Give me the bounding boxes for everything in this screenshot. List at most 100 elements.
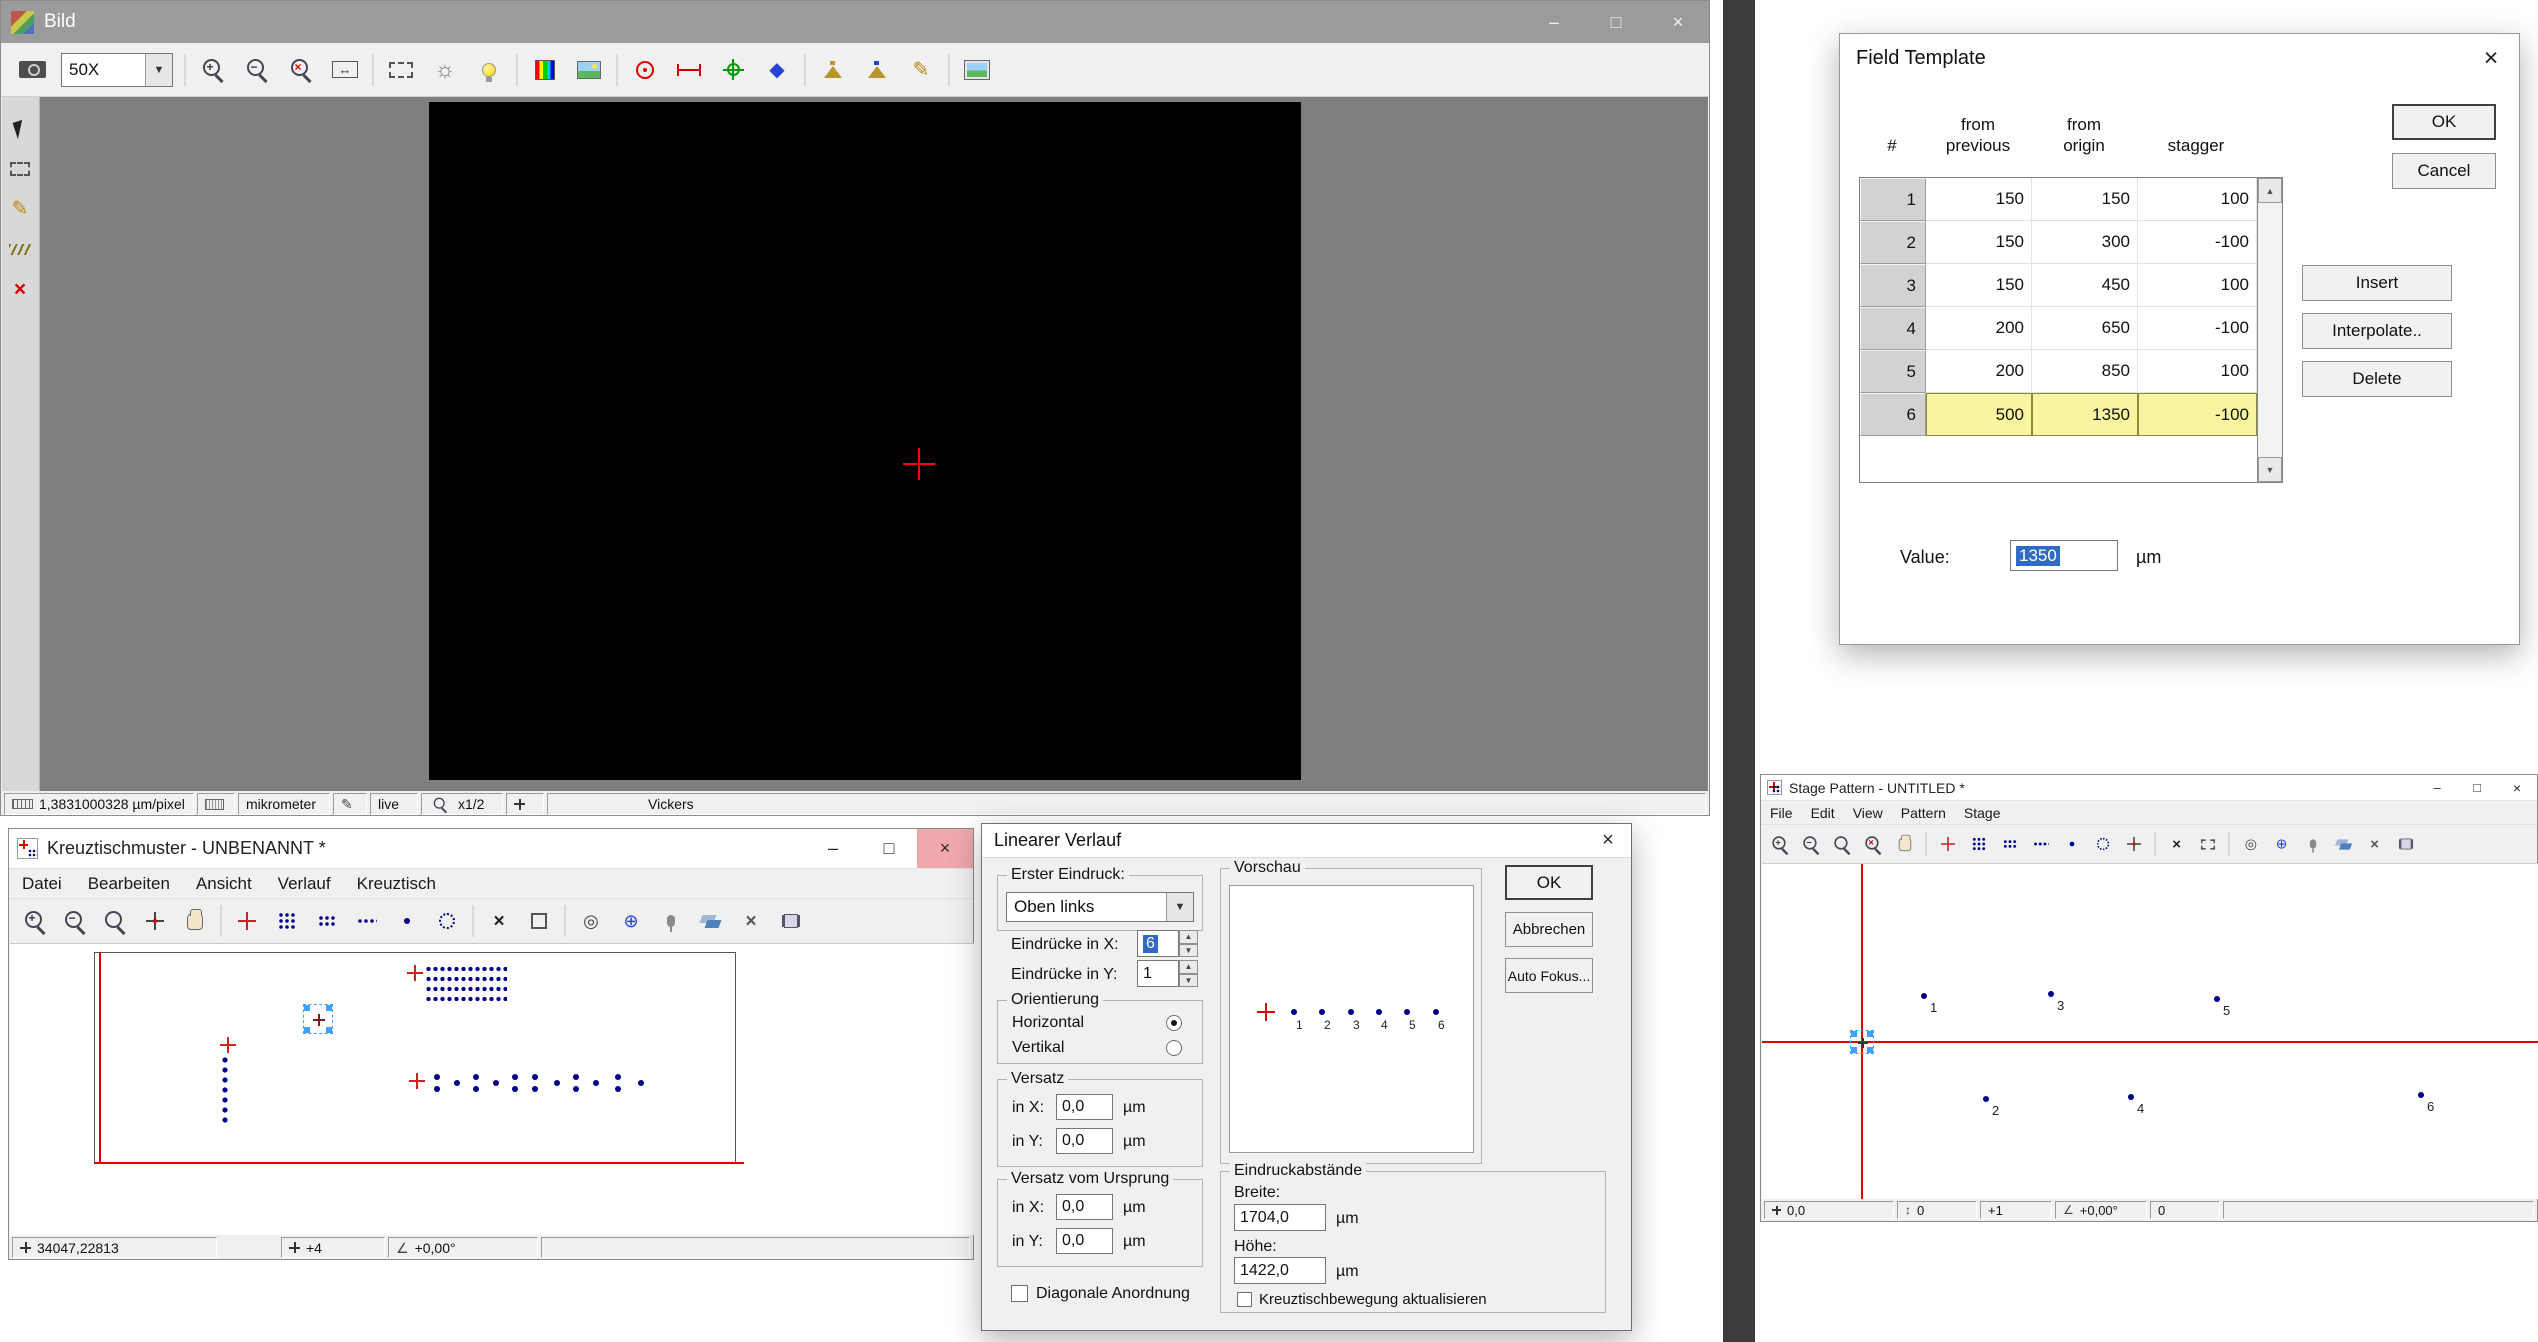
scale-alt-button[interactable] — [855, 50, 899, 90]
scale-button[interactable] — [811, 50, 855, 90]
fit-width-button[interactable]: ↔ — [323, 50, 367, 90]
cell-stagger[interactable]: -100 — [2138, 393, 2257, 436]
cell-from-previous[interactable]: 150 — [1926, 221, 2032, 264]
magnification-select[interactable]: 50X ▼ — [61, 53, 173, 87]
cell-from-origin[interactable]: 650 — [2032, 307, 2138, 350]
cell-from-previous[interactable]: 150 — [1926, 178, 2032, 221]
color-image-button[interactable] — [567, 50, 611, 90]
cell-from-previous[interactable]: 200 — [1926, 307, 2032, 350]
pattern-circle-button[interactable] — [2087, 830, 2118, 859]
magnification-dropdown-button[interactable]: ▼ — [145, 54, 172, 86]
minimize-button[interactable]: – — [2417, 775, 2457, 800]
ok-button[interactable]: OK — [1505, 865, 1593, 900]
vertikal-radio[interactable] — [1166, 1040, 1182, 1056]
menu-file[interactable]: File — [1761, 805, 1802, 821]
delete-pattern-button[interactable]: × — [479, 901, 519, 941]
diagonal-checkbox[interactable] — [1011, 1285, 1028, 1302]
cell-from-previous[interactable]: 150 — [1926, 264, 2032, 307]
indent-marker-button[interactable]: ◆ — [755, 50, 799, 90]
insert-button[interactable]: Insert — [2302, 265, 2452, 301]
illumination-button[interactable] — [467, 50, 511, 90]
spin-down-button[interactable]: ▼ — [1179, 974, 1198, 988]
menu-datei[interactable]: Datei — [9, 874, 75, 894]
zoom-out-button[interactable]: − — [1796, 830, 1827, 859]
menu-verlauf[interactable]: Verlauf — [265, 874, 344, 894]
menu-kreuztisch[interactable]: Kreuztisch — [344, 874, 449, 894]
snapshot-button[interactable] — [955, 50, 999, 90]
circle-tool-button[interactable]: ◎ — [2235, 830, 2266, 859]
measure-length-button[interactable] — [667, 50, 711, 90]
add-indent-button[interactable] — [1932, 830, 1963, 859]
selected-origin-marker[interactable] — [1850, 1030, 1874, 1054]
indent-dot[interactable] — [454, 1080, 460, 1086]
add-indent-button[interactable] — [227, 901, 267, 941]
probe-tool-button[interactable] — [2297, 830, 2328, 859]
table-row[interactable]: 5200850100 — [1860, 350, 2257, 393]
delete-pattern-button[interactable]: × — [2161, 830, 2192, 859]
zoom-reset-button[interactable]: × — [279, 50, 323, 90]
bild-titlebar[interactable]: Bild – □ × — [1, 1, 1709, 43]
controller-button[interactable] — [2390, 830, 2421, 859]
table-row-selected[interactable]: 65001350-100 — [1860, 393, 2257, 436]
pointer-tool-button[interactable] — [2, 109, 38, 149]
table-row[interactable]: 1150150100 — [1860, 178, 2257, 221]
delete-tool-button[interactable]: × — [2, 269, 38, 309]
indent-dot[interactable] — [615, 1086, 621, 1092]
selected-indent-marker[interactable] — [303, 1004, 333, 1034]
cell-stagger[interactable]: 100 — [2138, 264, 2257, 307]
remove-tool-button[interactable]: × — [731, 901, 771, 941]
indents-x-input[interactable]: 6 — [1137, 930, 1179, 957]
center-cross-button[interactable] — [135, 901, 175, 941]
pan-hand-button[interactable] — [175, 901, 215, 941]
kreuztisch-titlebar[interactable]: Kreuztischmuster - UNBENANNT * – □ × — [9, 829, 973, 869]
live-image[interactable] — [429, 102, 1301, 780]
layers-button[interactable] — [2328, 830, 2359, 859]
table-scrollbar[interactable]: ▲ ▼ — [2257, 178, 2282, 482]
cell-from-origin[interactable]: 450 — [2032, 264, 2138, 307]
cell-stagger[interactable]: 100 — [2138, 350, 2257, 393]
spin-up-button[interactable]: ▲ — [1179, 960, 1198, 974]
scroll-down-button[interactable]: ▼ — [2258, 457, 2282, 482]
select-rect-button[interactable] — [2192, 830, 2223, 859]
indent-dot[interactable] — [554, 1080, 560, 1086]
stage-map-button[interactable]: ⊕ — [611, 901, 651, 941]
indent-dot[interactable] — [473, 1086, 479, 1092]
indent-dot[interactable] — [615, 1074, 621, 1080]
close-button[interactable]: × — [2473, 42, 2509, 74]
scroll-up-button[interactable]: ▲ — [2258, 178, 2282, 203]
indent-dot[interactable] — [512, 1074, 518, 1080]
pattern-grid-button[interactable] — [267, 901, 307, 941]
cell-from-origin[interactable]: 1350 — [2032, 393, 2138, 436]
zoom-out-button[interactable]: − — [235, 50, 279, 90]
indent-column[interactable] — [222, 1055, 228, 1123]
select-region-button[interactable] — [379, 50, 423, 90]
maximize-button[interactable]: □ — [861, 829, 917, 868]
spin-up-button[interactable]: ▲ — [1179, 930, 1198, 944]
first-indent-dropdown-button[interactable]: ▼ — [1166, 893, 1193, 921]
stage-point[interactable] — [2214, 996, 2220, 1002]
stage-point[interactable] — [2128, 1094, 2134, 1100]
camera-button[interactable] — [9, 50, 55, 90]
auto-fokus-button[interactable]: Auto Fokus... — [1505, 958, 1593, 993]
zoom-in-button[interactable]: + — [191, 50, 235, 90]
spin-down-button[interactable]: ▼ — [1179, 944, 1198, 958]
stage-point[interactable] — [1983, 1096, 1989, 1102]
menu-view[interactable]: View — [1844, 805, 1892, 821]
crosshair-overlay-button[interactable]: ☼ — [423, 50, 467, 90]
region-tool-button[interactable] — [2, 149, 38, 189]
menu-ansicht[interactable]: Ansicht — [183, 874, 265, 894]
indent-cluster-grid[interactable] — [425, 964, 507, 1006]
cancel-button[interactable]: Cancel — [2392, 153, 2496, 189]
close-button[interactable]: × — [2497, 775, 2537, 800]
indent-dot[interactable] — [532, 1086, 538, 1092]
table-row[interactable]: 4200650-100 — [1860, 307, 2257, 350]
align-crosshair-button[interactable] — [711, 50, 755, 90]
pattern-target-button[interactable] — [2118, 830, 2149, 859]
indent-dot[interactable] — [512, 1086, 518, 1092]
close-button[interactable]: × — [917, 829, 973, 868]
indents-x-spinner[interactable]: ▲ ▼ — [1179, 930, 1198, 957]
pan-hand-button[interactable] — [1889, 830, 1920, 859]
indent-dot[interactable] — [493, 1080, 499, 1086]
cell-stagger[interactable]: -100 — [2138, 307, 2257, 350]
indents-y-input[interactable]: 1 — [1137, 960, 1179, 987]
